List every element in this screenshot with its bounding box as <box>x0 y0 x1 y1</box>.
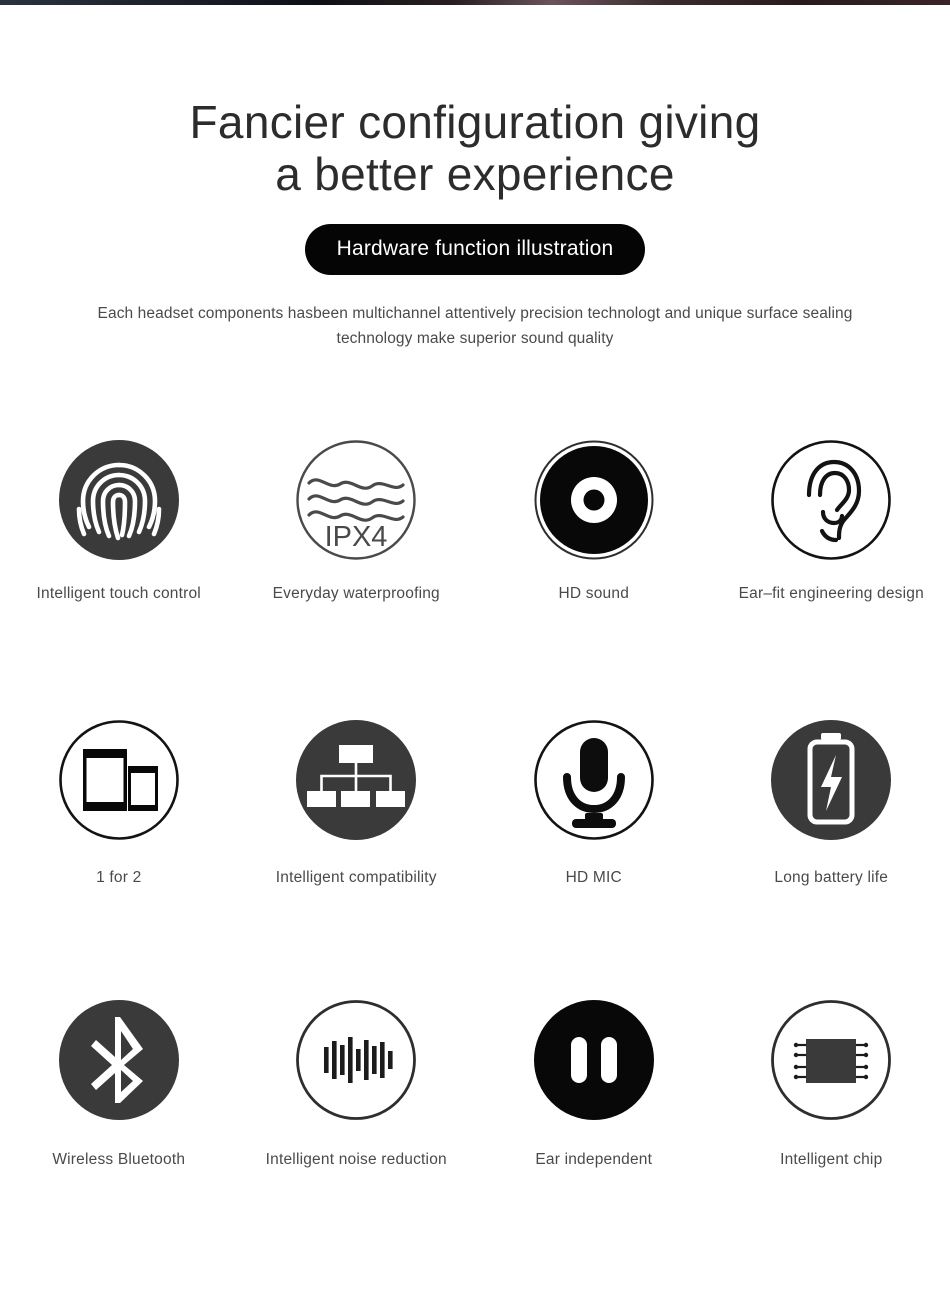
feature-item-intelligent-touch-control: Intelligent touch control <box>0 437 238 717</box>
feature-item-hd-mic: HD MIC <box>475 717 713 997</box>
feature-item-wireless-bluetooth: Wireless Bluetooth <box>0 997 238 1277</box>
feature-label: Intelligent compatibility <box>275 869 437 887</box>
feature-label: Intelligent noise reduction <box>265 1151 447 1169</box>
bluetooth-icon <box>56 997 182 1123</box>
feature-item-everyday-waterproofing: IPX4 Everyday waterproofing <box>238 437 476 717</box>
feature-grid: Intelligent touch control IPX4 Everyday … <box>0 437 950 1277</box>
feature-item-intelligent-compatibility: Intelligent compatibility <box>238 717 476 997</box>
sound-wave-bars-icon <box>293 997 419 1123</box>
badge-container: Hardware function illustration <box>0 224 950 276</box>
feature-label: Long battery life <box>774 869 889 887</box>
page-title-line-2: a better experience <box>275 147 675 200</box>
two-phones-icon <box>56 717 182 843</box>
feature-label: Intelligent touch control <box>36 585 201 603</box>
feature-label: Wireless Bluetooth <box>52 1151 186 1169</box>
hierarchy-icon <box>293 717 419 843</box>
battery-charging-icon <box>768 717 894 843</box>
product-feature-page: Fancier configuration giving a better ex… <box>0 5 950 1305</box>
feature-item-hd-sound: HD sound <box>475 437 713 717</box>
feature-label: Everyday waterproofing <box>272 585 440 603</box>
feature-label: 1 for 2 <box>96 869 142 887</box>
page-subtitle: Each headset components hasbeen multicha… <box>97 305 853 348</box>
ear-icon <box>768 437 894 563</box>
feature-item-intelligent-noise-reduction: Intelligent noise reduction <box>238 997 476 1277</box>
feature-item-intelligent-chip: Intelligent chip <box>713 997 950 1277</box>
feature-label: Ear independent <box>535 1151 653 1169</box>
ipx4-rating-text: IPX4 <box>325 521 388 553</box>
hardware-function-badge: Hardware function illustration <box>304 224 646 276</box>
feature-label: HD MIC <box>565 869 622 887</box>
water-waves-ipx4-icon: IPX4 <box>293 437 419 563</box>
feature-item-ear-fit-engineering-design: Ear–fit engineering design <box>713 437 950 717</box>
cpu-chip-icon <box>768 997 894 1123</box>
feature-item-ear-independent: Ear independent <box>475 997 713 1277</box>
page-title: Fancier configuration giving a better ex… <box>0 5 950 200</box>
speaker-disc-icon <box>531 437 657 563</box>
feature-item-1-for-2: 1 for 2 <box>0 717 238 997</box>
feature-item-long-battery-life: Long battery life <box>713 717 950 997</box>
feature-label: Ear–fit engineering design <box>738 585 924 603</box>
feature-label: Intelligent chip <box>780 1151 883 1169</box>
page-title-line-1: Fancier configuration giving <box>189 96 761 148</box>
microphone-icon <box>531 717 657 843</box>
two-earbuds-icon <box>531 997 657 1123</box>
feature-label: HD sound <box>558 585 630 603</box>
fingerprint-icon <box>56 437 182 563</box>
